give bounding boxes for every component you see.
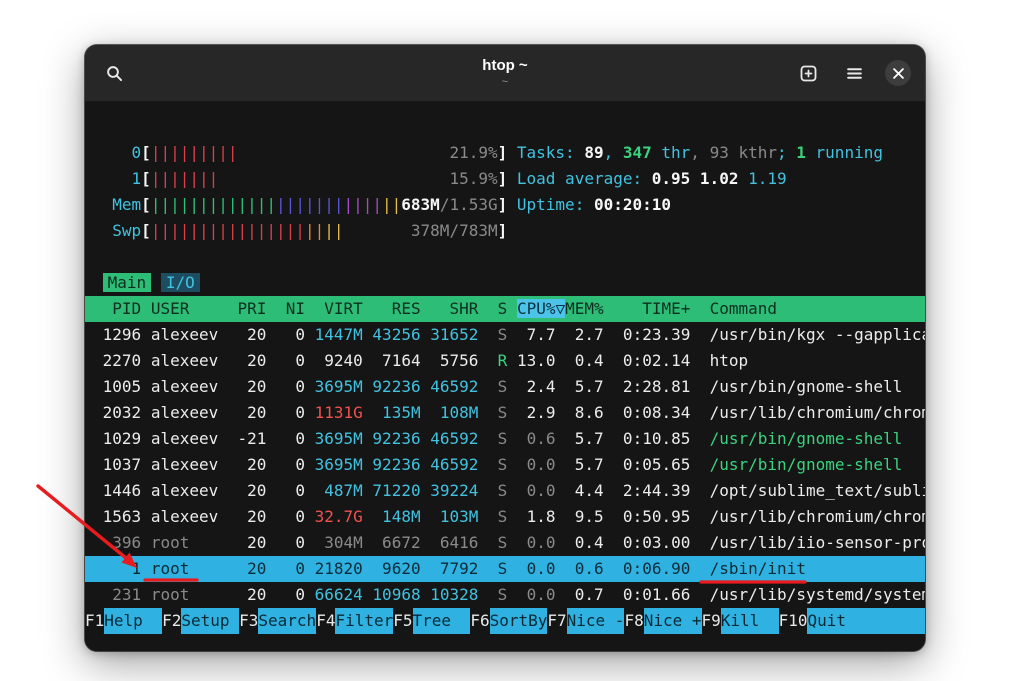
process-row-1037[interactable]: 1037 alexeev 20 0 3695M 92236 46592 S 0.… [85,452,925,478]
fkey-quit[interactable]: F10Quit [779,608,925,634]
gnome-console-window: htop ~ ~ [85,45,925,651]
fkey-search[interactable]: F3Search [239,608,316,634]
titlebar: htop ~ ~ [85,45,925,102]
hamburger-icon [846,65,863,82]
process-row-1446[interactable]: 1446 alexeev 20 0 487M 71220 39224 S 0.0… [85,478,925,504]
blank-line [85,244,925,270]
tab-main[interactable]: Main [103,273,152,292]
fkey-filter[interactable]: F4Filter [316,608,393,634]
process-row-1296[interactable]: 1296 alexeev 20 0 1447M 43256 31652 S 7.… [85,322,925,348]
fkey-setup[interactable]: F2Setup [162,608,239,634]
process-row-231[interactable]: 231 root 20 0 66624 10968 10328 S 0.0 0.… [85,582,925,608]
fkey-help[interactable]: F1Help [85,608,162,634]
sort-column-header: CPU%▽ [517,299,565,318]
titlebar-right [793,58,911,88]
menu-button[interactable] [839,58,869,88]
screenshot-stage: htop ~ ~ [0,0,1009,681]
terminal: 0[||||||||| 21.9%] Tasks: 89, 347 thr, 9… [85,102,925,651]
fkey-nice-[interactable]: F7Nice - [547,608,624,634]
meter-line: Swp[|||||||||||||||||||| 378M/783M] [85,218,925,244]
search-icon[interactable] [99,58,129,88]
process-row-1029[interactable]: 1029 alexeev -21 0 3695M 92236 46592 S 0… [85,426,925,452]
window-subtitle: ~ [502,76,508,88]
titlebar-left [99,58,129,88]
meter-line: 1[||||||| 15.9%] Load average: 0.95 1.02… [85,166,925,192]
tab-i-o[interactable]: I/O [161,273,200,292]
close-icon [893,68,904,79]
tab-bar: Main I/O [85,270,925,296]
fkey-nice-[interactable]: F8Nice + [624,608,701,634]
process-row-1563[interactable]: 1563 alexeev 20 0 32.7G 148M 103M S 1.8 … [85,504,925,530]
fkey-sortby[interactable]: F6SortBy [470,608,547,634]
meters: 0[||||||||| 21.9%] Tasks: 89, 347 thr, 9… [85,140,925,244]
process-row-1[interactable]: 1 root 20 0 21820 9620 7792 S 0.0 0.6 0:… [85,556,925,582]
process-row-396[interactable]: 396 root 20 0 304M 6672 6416 S 0.0 0.4 0… [85,530,925,556]
new-tab-icon [800,65,817,82]
process-table-body: 1296 alexeev 20 0 1447M 43256 31652 S 7.… [85,322,925,608]
process-row-2270[interactable]: 2270 alexeev 20 0 9240 7164 5756 R 13.0 … [85,348,925,374]
fkey-tree[interactable]: F5Tree [393,608,470,634]
function-key-bar: F1Help F2Setup F3SearchF4FilterF5Tree F6… [85,608,925,634]
window-title: htop ~ [482,58,527,74]
process-row-2032[interactable]: 2032 alexeev 20 0 1131G 135M 108M S 2.9 … [85,400,925,426]
meter-line: Mem[||||||||||||||||||||||||||683M/1.53G… [85,192,925,218]
table-header[interactable]: PID USER PRI NI VIRT RES SHR S CPU%▽MEM%… [85,296,925,322]
fkey-kill[interactable]: F9Kill [702,608,779,634]
search-icon-glyph [106,65,123,82]
new-tab-button[interactable] [793,58,823,88]
meter-line: 0[||||||||| 21.9%] Tasks: 89, 347 thr, 9… [85,140,925,166]
close-button[interactable] [885,60,911,86]
process-row-1005[interactable]: 1005 alexeev 20 0 3695M 92236 46592 S 2.… [85,374,925,400]
